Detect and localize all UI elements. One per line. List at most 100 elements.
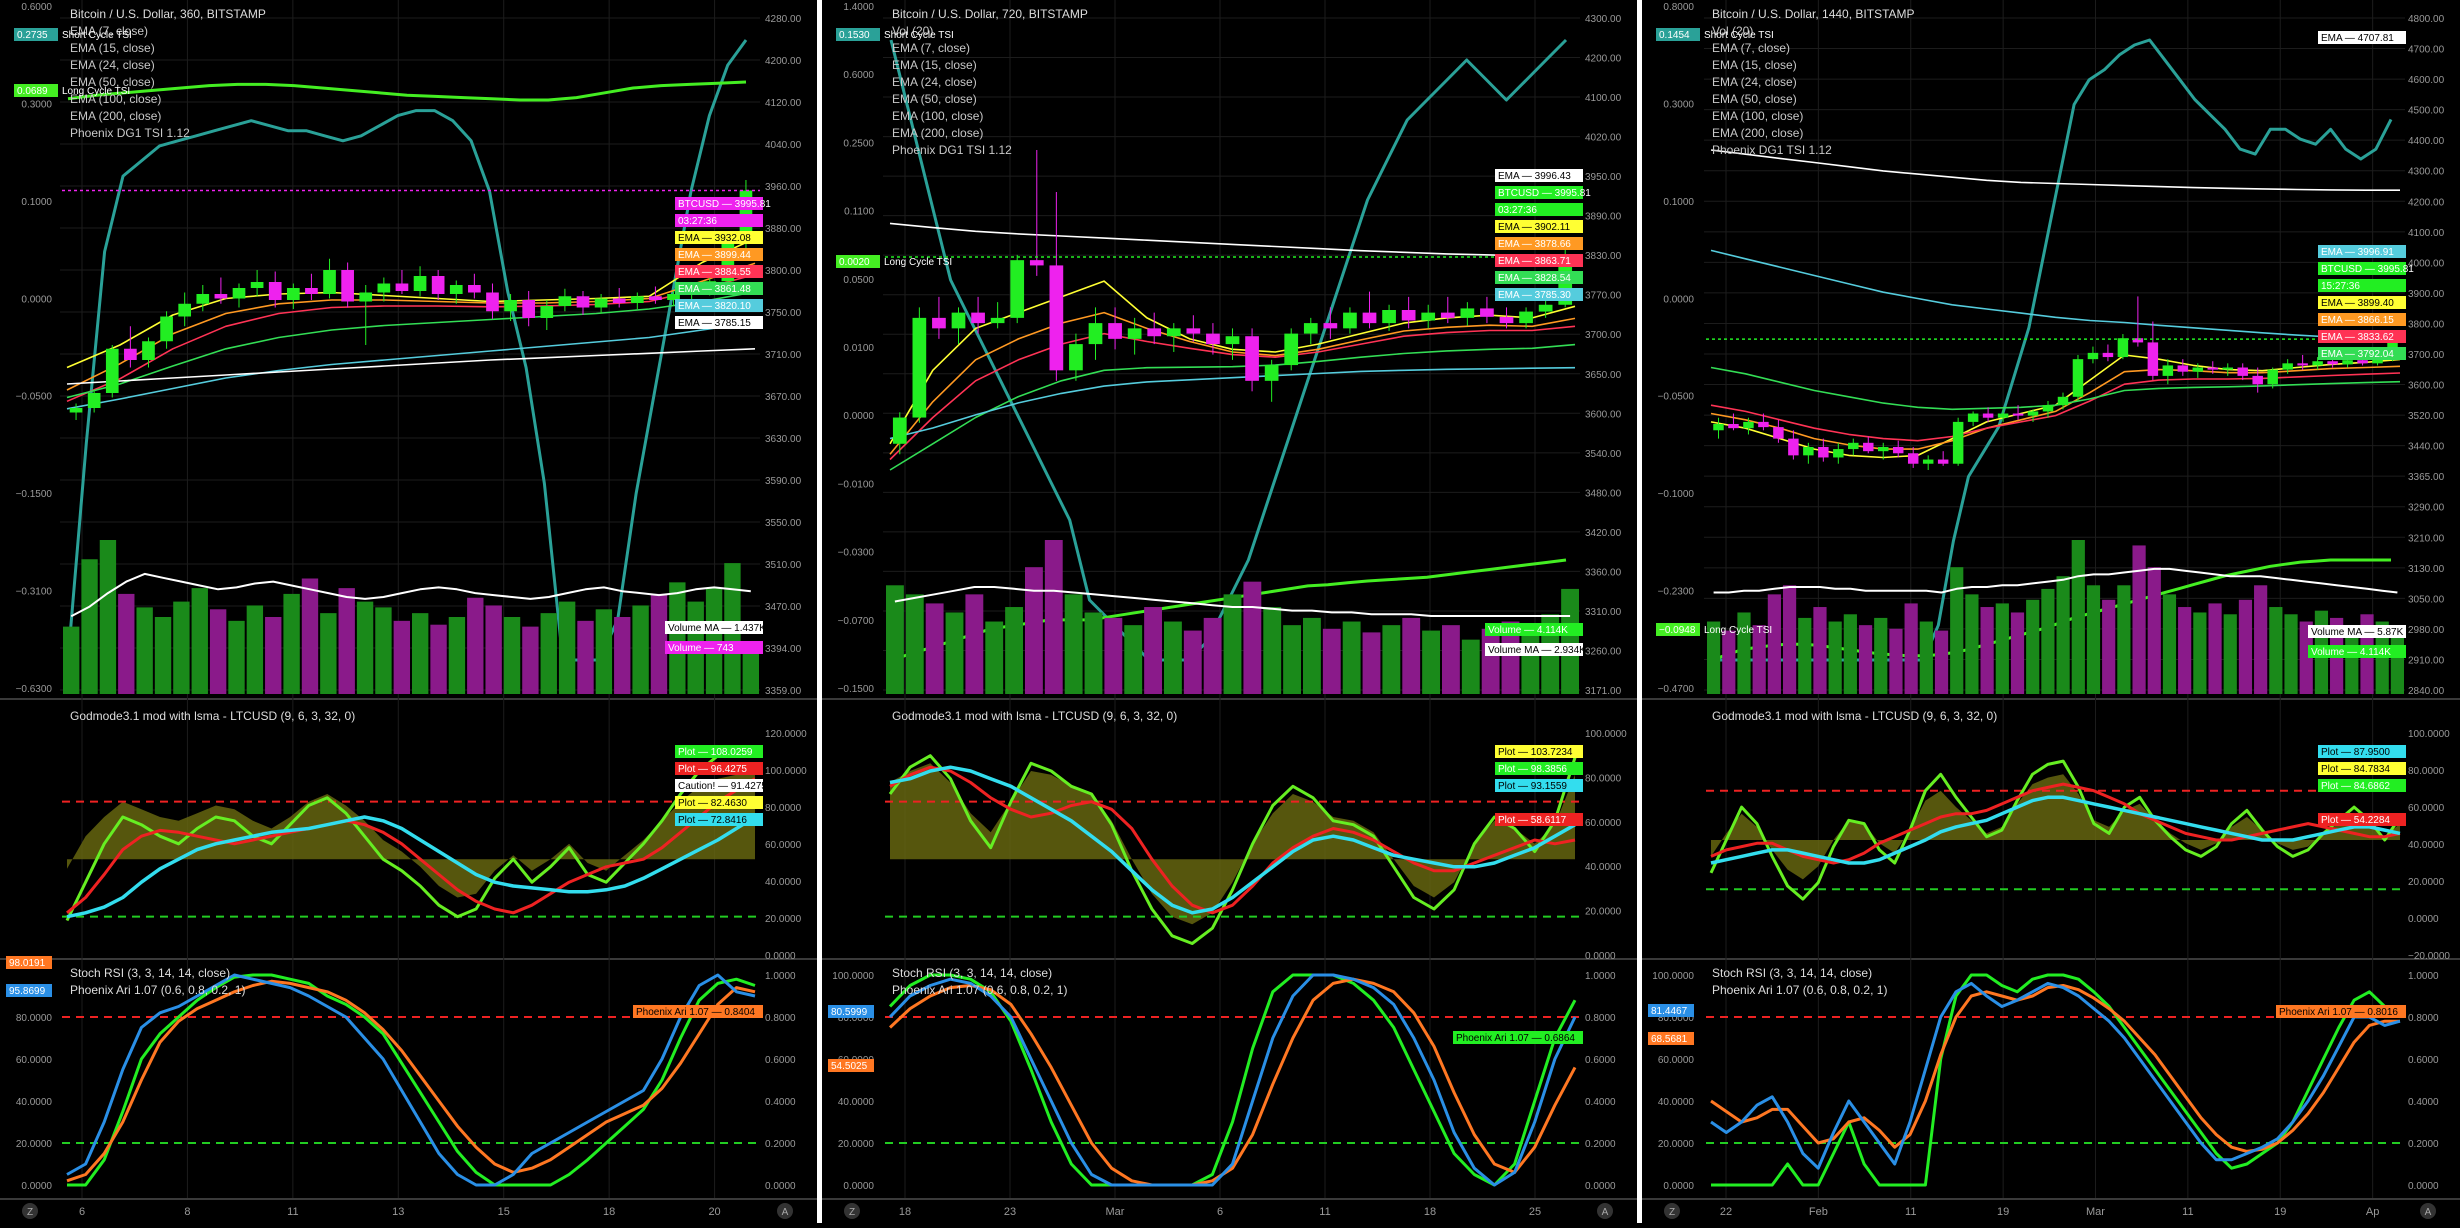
price-axis-tick: 3540.00: [1585, 449, 1622, 460]
price-axis-tick: 3700.00: [1585, 330, 1622, 341]
candle-body: [1907, 453, 1919, 464]
chart-title: Bitcoin / U.S. Dollar, 360, BITSTAMP: [70, 7, 266, 21]
gm-value-tag: Plot — 87.9500: [2318, 745, 2406, 758]
volume-tag: Volume MA — 1.437K: [665, 621, 766, 634]
price-tag-text: EMA — 3996.43: [1498, 171, 1571, 182]
price-tag-text: 03:27:36: [678, 216, 717, 227]
candle-body: [323, 270, 336, 294]
volume-bar: [2208, 603, 2222, 694]
gm-value-tag: Plot — 108.0259: [675, 745, 763, 758]
candle-body: [971, 312, 985, 324]
time-axis-tick: 13: [392, 1206, 404, 1218]
zoom-button[interactable]: Z: [844, 1203, 860, 1219]
volume-bar: [1064, 594, 1083, 694]
time-axis-tick: 19: [2274, 1206, 2286, 1218]
candle-body: [2282, 363, 2293, 370]
zoom-button[interactable]: Z: [22, 1203, 38, 1219]
gm-value-tag-text: Plot — 82.4630: [678, 798, 747, 809]
candle-body: [1460, 308, 1475, 318]
gm-value-tag-text: Plot — 58.6117: [1498, 815, 1567, 826]
time-axis-tick: 18: [899, 1206, 911, 1218]
phoenix-axis-tick: 1.0000: [765, 971, 796, 982]
tsi-axis-tick: 0.1000: [21, 197, 52, 208]
gm-value-tag-text: Plot — 87.9500: [2321, 747, 2390, 758]
auto-scale-button[interactable]: A: [777, 1203, 793, 1219]
price-axis-tick: 3700.00: [2408, 350, 2445, 361]
price-axis-tick: 2840.00: [2408, 686, 2445, 697]
tsi-value-tag: −0.0948: [1656, 623, 1700, 636]
volume-tag: Volume MA — 2.934K: [1485, 643, 1586, 656]
volume-bar: [448, 617, 466, 694]
zoom-button[interactable]: Z: [1664, 1203, 1680, 1219]
legend-entry: EMA (50, close): [892, 92, 977, 106]
candle-body: [932, 317, 946, 329]
candle-body: [1480, 308, 1494, 317]
price-axis-tick: 3960.00: [765, 182, 802, 193]
volume-bar: [1442, 625, 1460, 694]
stoch-value-tag-text: 80.5999: [831, 1007, 868, 1018]
volume-bar: [320, 613, 337, 694]
phoenix-axis-tick: 1.0000: [1585, 971, 1616, 982]
price-axis-tick: 4200.00: [765, 56, 802, 67]
candle-body: [1303, 323, 1318, 334]
volume-bar: [985, 621, 1004, 694]
phoenix-axis-tick: 0.8000: [1585, 1013, 1616, 1024]
auto-scale-button[interactable]: A: [1597, 1203, 1613, 1219]
multi-chart-canvas[interactable]: 4280.00 4200.00 4120.00 4040.00 3960.00 3880.…: [0, 0, 2460, 1223]
stoch-axis-tick: 0.0000: [1663, 1181, 1694, 1192]
price-axis-tick: 4500.00: [2408, 106, 2445, 117]
auto-scale-icon: A: [1602, 1207, 1609, 1218]
price-axis-tick: 3630.00: [765, 434, 802, 445]
gm-axis-tick: 40.0000: [1585, 862, 1622, 873]
gm-value-tag-text: Plot — 54.2284: [2321, 815, 2390, 826]
legend-entry: EMA (24, close): [892, 75, 977, 89]
stoch-axis-tick: 0.0000: [21, 1181, 52, 1192]
tsi-axis-tick: 0.0000: [21, 294, 52, 305]
time-axis-tick: 11: [2182, 1206, 2193, 1218]
candle-body: [178, 303, 192, 317]
candle-body: [2102, 352, 2114, 358]
volume-bar: [945, 612, 964, 694]
stoch-axis-tick: 20.0000: [838, 1139, 875, 1150]
candle-body: [576, 296, 590, 308]
volume-bar: [1874, 617, 1888, 694]
price-axis-tick: 4040.00: [765, 140, 802, 151]
phoenix-axis-tick: 1.0000: [2408, 971, 2439, 982]
volume-bar: [2390, 628, 2404, 694]
gm-value-tag: Plot — 93.1559: [1495, 779, 1583, 792]
price-tag: BTCUSD — 3995.81: [2318, 262, 2414, 275]
tsi-axis-tick: 0.0500: [843, 275, 874, 286]
candle-body: [1773, 427, 1784, 439]
candle-body: [1499, 316, 1514, 324]
gm-title: Godmode3.1 mod with lsma - LTCUSD (9, 6,…: [892, 709, 1177, 723]
volume-tag-text: Volume MA — 5.87K: [2311, 627, 2404, 638]
volume-bar: [1461, 639, 1480, 694]
auto-scale-button[interactable]: A: [2420, 1203, 2436, 1219]
gm-value-tag: Plot — 103.7234: [1495, 745, 1583, 758]
candle-body: [990, 317, 1005, 324]
volume-tag-text: Volume — 743: [668, 643, 734, 654]
legend-entry: EMA (7, close): [892, 41, 970, 55]
candle-body: [105, 348, 119, 393]
tsi-axis-tick: −0.0700: [838, 616, 875, 627]
volume-bar: [393, 620, 410, 694]
ema15-line: [1710, 365, 2401, 450]
candle-body: [649, 296, 662, 300]
chart-panel-p3: 4800.00 4700.00 4600.00 4500.00 4400.00 4300.…: [1642, 0, 2460, 1219]
price-axis-tick: 4200.00: [2408, 197, 2445, 208]
candle-body: [892, 417, 907, 444]
tsi-value-tag-text: −0.0948: [1659, 625, 1696, 636]
price-axis-tick: 3310.00: [1585, 607, 1622, 618]
stoch-value-tag: 68.5681: [1648, 1032, 1694, 1045]
phoenix-value-tag-text: Phoenix Ari 1.07 — 0.6864: [1456, 1033, 1575, 1044]
gm-axis-tick: 40.0000: [765, 877, 802, 888]
price-tag-text: EMA — 3899.44: [678, 250, 751, 261]
stoch-value-tag: 54.5025: [828, 1059, 874, 1072]
time-axis-tick: 18: [1424, 1206, 1436, 1218]
price-axis-tick: 2980.00: [2408, 625, 2445, 636]
candle-body: [196, 294, 210, 304]
volume-bar: [1950, 567, 1964, 694]
candle-body: [1088, 323, 1103, 345]
candle-body: [2342, 360, 2353, 365]
ema7-line: [66, 237, 756, 369]
